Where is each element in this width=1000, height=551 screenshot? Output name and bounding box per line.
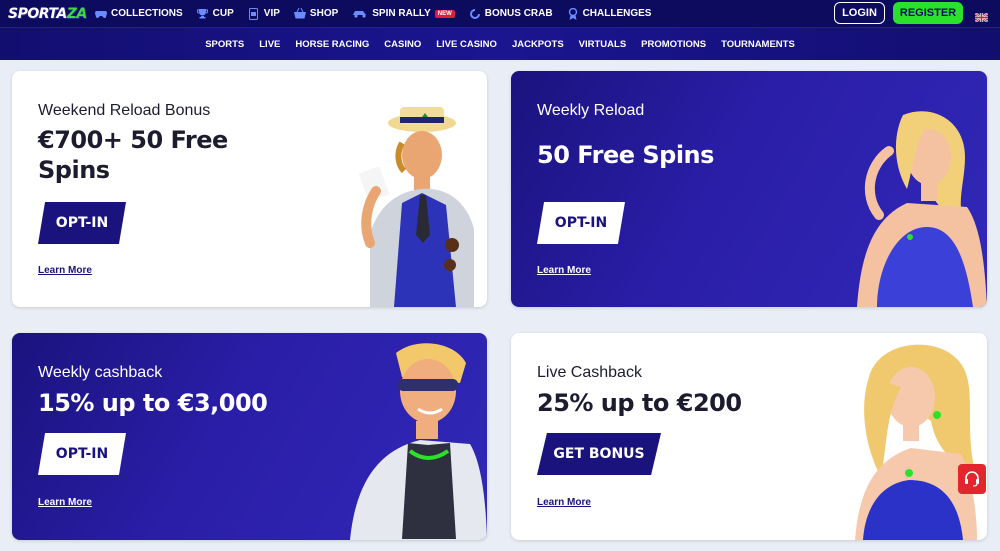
subnav-promotions[interactable]: PROMOTIONS (641, 39, 706, 50)
promo-card-live-cashback: Live Cashback 25% up to €200 GET BONUS L… (511, 333, 987, 540)
nav-collections[interactable]: COLLECTIONS (95, 8, 183, 20)
rally-car-icon (352, 8, 368, 20)
promo-headline: 15% up to €3,000 (38, 389, 268, 417)
subnav-virtuals[interactable]: VIRTUALS (579, 39, 627, 50)
promo-headline: 25% up to €200 (537, 389, 742, 417)
subnav-tournaments[interactable]: TOURNAMENTS (721, 39, 795, 50)
headset-icon (965, 471, 979, 487)
nav-label: SHOP (309, 8, 339, 19)
basket-icon (293, 8, 306, 20)
promo-card-weekly-cashback: Weekly cashback 15% up to €3,000 OPT-IN … (12, 333, 487, 540)
trophy-icon (197, 8, 209, 20)
top-bar: SPORTA ZA COLLECTIONS CUP VIP SHOP SPIN R… (0, 0, 1000, 27)
logo-accent: ZA (66, 5, 88, 22)
nav-label: CUP (212, 8, 234, 19)
nav-bonus-crab[interactable]: BONUS CRAB (469, 8, 553, 20)
nav-label: BONUS CRAB (484, 8, 553, 19)
top-nav: COLLECTIONS CUP VIP SHOP SPIN RALLY NEW … (95, 0, 665, 27)
nav-label: VIP (263, 8, 280, 19)
register-button[interactable]: REGISTER (893, 2, 963, 24)
learn-more-link[interactable]: Learn More (38, 497, 92, 508)
man-sunglasses-character-illustration (350, 343, 487, 540)
subnav-live[interactable]: LIVE (259, 39, 280, 50)
promo-card-weekly-reload: Weekly Reload 50 Free Spins OPT-IN Learn… (511, 71, 987, 307)
subnav-live-casino[interactable]: LIVE CASINO (436, 39, 497, 50)
new-badge: NEW (434, 9, 455, 18)
gentleman-character-illustration (359, 107, 474, 307)
opt-in-button[interactable]: OPT-IN (537, 202, 625, 244)
uk-flag-icon[interactable] (974, 9, 989, 23)
nav-label: SPIN RALLY (372, 8, 431, 19)
login-button[interactable]: LOGIN (834, 2, 885, 24)
logo-text: SPORTA (8, 5, 67, 22)
nav-cup[interactable]: CUP (197, 8, 234, 20)
nav-shop[interactable]: SHOP (293, 8, 339, 20)
promo-title: Weekend Reload Bonus (38, 102, 211, 119)
get-bonus-button[interactable]: GET BONUS (537, 433, 661, 475)
promo-title: Weekly cashback (38, 364, 163, 381)
promo-headline: 50 Free Spins (537, 141, 714, 169)
medal-icon (567, 7, 579, 20)
nav-label: COLLECTIONS (111, 8, 183, 19)
learn-more-link[interactable]: Learn More (537, 497, 591, 508)
learn-more-link[interactable]: Learn More (537, 265, 591, 276)
sportaza-logo[interactable]: SPORTA ZA (8, 4, 87, 23)
promo-title: Live Cashback (537, 364, 642, 381)
subnav-horse-racing[interactable]: HORSE RACING (295, 39, 369, 50)
learn-more-link[interactable]: Learn More (38, 265, 92, 276)
nav-spin-rally[interactable]: SPIN RALLY NEW (352, 8, 455, 20)
promo-headline-line2: Spins (38, 156, 110, 184)
promo-headline: €700+ 50 Free (38, 126, 228, 154)
sub-nav: SPORTS LIVE HORSE RACING CASINO LIVE CAS… (0, 28, 1000, 61)
vip-card-icon (248, 7, 260, 20)
opt-in-button[interactable]: OPT-IN (38, 433, 126, 475)
support-chat-button[interactable] (958, 464, 986, 494)
subnav-casino[interactable]: CASINO (384, 39, 421, 50)
nav-challenges[interactable]: CHALLENGES (567, 7, 652, 20)
subnav-sports[interactable]: SPORTS (205, 39, 244, 50)
subnav-jackpots[interactable]: JACKPOTS (512, 39, 564, 50)
nav-label: CHALLENGES (582, 8, 652, 19)
controller-icon (95, 8, 107, 20)
crab-icon (469, 8, 481, 20)
promo-title: Weekly Reload (537, 102, 645, 119)
woman-character-illustration (857, 111, 987, 307)
opt-in-button[interactable]: OPT-IN (38, 202, 126, 244)
sub-nav-bar: SPORTS LIVE HORSE RACING CASINO LIVE CAS… (0, 27, 1000, 60)
promo-card-weekend-reload: Weekend Reload Bonus €700+ 50 Free Spins… (12, 71, 487, 307)
woman-blue-dress-character-illustration (855, 344, 977, 540)
nav-vip[interactable]: VIP (248, 7, 280, 20)
